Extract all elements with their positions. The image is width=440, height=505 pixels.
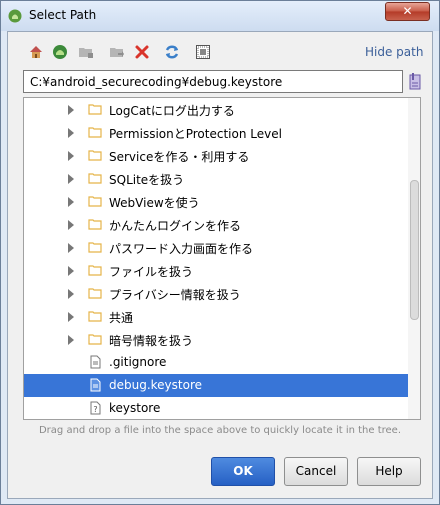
folder-icon: [88, 288, 102, 299]
title-bar[interactable]: Select Path ✕: [1, 1, 439, 31]
expand-arrow-icon[interactable]: [68, 266, 74, 276]
ok-button[interactable]: OK: [211, 457, 275, 486]
expand-arrow-icon[interactable]: [68, 197, 74, 207]
tree-item[interactable]: PermissionとProtection Level: [24, 121, 408, 144]
tree-item[interactable]: ? keystore: [24, 397, 408, 419]
show-hidden-icon[interactable]: [195, 44, 211, 60]
refresh-icon[interactable]: [164, 44, 180, 60]
android-studio-icon: [8, 9, 22, 23]
window-title: Select Path: [29, 8, 97, 22]
expand-arrow-icon[interactable]: [68, 105, 74, 115]
expand-arrow-icon[interactable]: [68, 289, 74, 299]
android-icon[interactable]: [52, 44, 68, 60]
select-path-dialog: Select Path ✕ Hide path C:¥android_secur…: [0, 0, 440, 505]
expand-arrow-icon[interactable]: [68, 220, 74, 230]
expand-arrow-icon[interactable]: [68, 128, 74, 138]
folder-icon: [88, 127, 102, 138]
tree-item[interactable]: debug.keystore: [24, 374, 408, 397]
tree-item-label: LogCatにログ出力する: [109, 104, 235, 118]
tree-item-label: かんたんログインを作る: [109, 219, 242, 233]
vertical-scrollbar[interactable]: [408, 98, 420, 419]
expand-arrow-icon[interactable]: [68, 243, 74, 253]
tree-item[interactable]: ファイルを扱う: [24, 259, 408, 282]
tree-item-label: ファイルを扱う: [109, 265, 194, 279]
tree-item-label: WebViewを使う: [109, 196, 200, 210]
tree-item-label: SQLiteを扱う: [109, 173, 185, 187]
tree-item-label: debug.keystore: [109, 378, 203, 392]
svg-text:?: ?: [93, 405, 97, 414]
folder-icon: [88, 242, 102, 253]
help-button[interactable]: Help: [357, 457, 421, 486]
cancel-button[interactable]: Cancel: [284, 457, 348, 486]
tree-item-label: プライバシー情報を扱う: [109, 288, 241, 302]
scrollbar-thumb[interactable]: [410, 180, 419, 320]
close-button[interactable]: ✕: [385, 2, 430, 21]
file-icon: [90, 378, 101, 392]
expand-arrow-icon[interactable]: [68, 335, 74, 345]
folder-icon: [88, 265, 102, 276]
tree-item[interactable]: 共通: [24, 305, 408, 328]
drag-drop-hint: Drag and drop a file into the space abov…: [38, 425, 402, 436]
folder-icon: [88, 219, 102, 230]
folder-icon: [88, 150, 102, 161]
folder-icon: [88, 311, 102, 322]
tree-item[interactable]: 暗号情報を扱う: [24, 328, 408, 351]
tree-item[interactable]: プライバシー情報を扱う: [24, 282, 408, 305]
home-icon[interactable]: [28, 44, 44, 60]
tree-item-label: keystore: [109, 401, 161, 415]
file-tree[interactable]: LogCatにログ出力する PermissionとProtection Level…: [23, 97, 421, 420]
expand-arrow-icon[interactable]: [68, 151, 74, 161]
delete-icon[interactable]: [134, 44, 150, 60]
tree-item-label: PermissionとProtection Level: [109, 127, 282, 141]
path-input[interactable]: [23, 70, 403, 93]
tree-item[interactable]: パスワード入力画面を作る: [24, 236, 408, 259]
folder-icon: [88, 334, 102, 345]
expand-arrow-icon[interactable]: [68, 174, 74, 184]
hide-path-link[interactable]: Hide path: [365, 45, 423, 59]
folder-icon: [88, 173, 102, 184]
dialog-content: Hide path LogCatにログ出力する PermissionとProtec…: [7, 31, 433, 499]
tree-item[interactable]: かんたんログインを作る: [24, 213, 408, 236]
tree-item-label: パスワード入力画面を作る: [109, 242, 254, 256]
file-icon: [90, 355, 101, 369]
tree-item[interactable]: LogCatにログ出力する: [24, 98, 408, 121]
folder-icon: [88, 104, 102, 115]
tree-item-label: .gitignore: [109, 355, 167, 369]
tree-item[interactable]: WebViewを使う: [24, 190, 408, 213]
move-icon[interactable]: [109, 44, 125, 60]
unknown-file-icon: ?: [90, 401, 101, 415]
tree-item-label: Serviceを作る・利用する: [109, 150, 250, 164]
folder-icon: [88, 196, 102, 207]
tree-item[interactable]: .gitignore: [24, 351, 408, 374]
tree-item-label: 共通: [109, 311, 134, 325]
tree-item[interactable]: SQLiteを扱う: [24, 167, 408, 190]
tree-item[interactable]: Serviceを作る・利用する: [24, 144, 408, 167]
new-folder-icon[interactable]: [78, 44, 94, 60]
tree-item-label: 暗号情報を扱う: [109, 334, 194, 348]
bookmark-icon[interactable]: [408, 72, 422, 90]
expand-arrow-icon[interactable]: [68, 312, 74, 322]
